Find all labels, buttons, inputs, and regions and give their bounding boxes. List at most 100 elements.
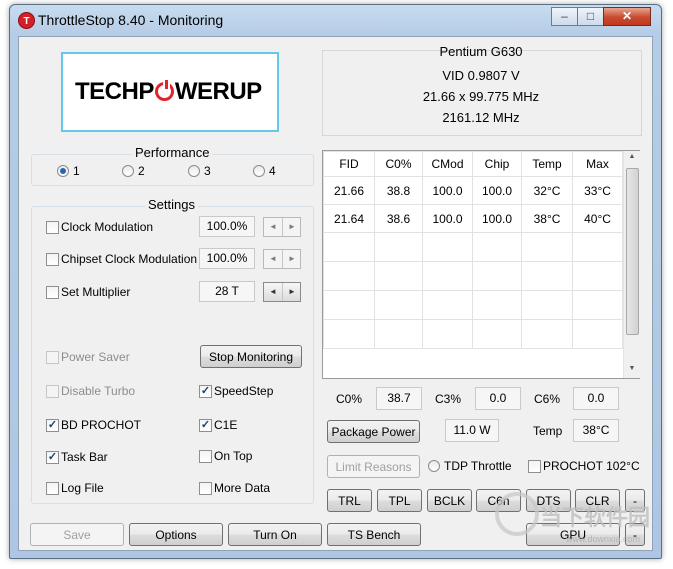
package-power-button[interactable]: Package Power [327, 420, 420, 443]
cpu-multiplier: 21.66 x 99.775 MHz [422, 89, 540, 104]
column-header: Temp [521, 151, 573, 177]
power-saver-checkbox[interactable] [46, 351, 59, 364]
c0-value: 38.7 [376, 387, 422, 410]
set-multiplier-label: Set Multiplier [61, 285, 131, 299]
tdp-throttle-label: TDP Throttle [444, 459, 512, 473]
c3-value: 0.0 [475, 387, 521, 410]
trl-button[interactable]: TRL [327, 489, 372, 512]
table-cell: 21.66 [323, 176, 375, 205]
client-area: TECHP WERUP Pentium G630 VID 0.9807 V 21.… [18, 36, 653, 551]
spin-left-icon[interactable]: ◄ [264, 283, 282, 301]
more-data-label: More Data [214, 481, 271, 495]
table-cell: 40°C [572, 204, 623, 233]
minimize-button[interactable]: – [551, 7, 578, 26]
watermark-url: www.downxia.com [566, 534, 641, 544]
prochot-label: PROCHOT 102°C [543, 459, 640, 473]
save-button[interactable]: Save [30, 523, 124, 546]
tpl-button[interactable]: TPL [377, 489, 422, 512]
limit-reasons-button[interactable]: Limit Reasons [327, 455, 420, 478]
chipset-clock-modulation-spinner[interactable]: ◄ ► [263, 249, 301, 269]
c6-label: C6% [534, 392, 561, 406]
table-row: 21.64 38.6 100.0 100.0 38°C 40°C [323, 204, 623, 233]
performance-radio-1[interactable] [57, 165, 69, 177]
scroll-thumb[interactable] [626, 168, 639, 335]
chipset-clock-modulation-value: 100.0% [199, 248, 255, 269]
bd-prochot-checkbox[interactable]: ✓ [46, 419, 59, 432]
logo-text-2: WERUP [174, 78, 262, 105]
speedstep-label: SpeedStep [214, 384, 274, 398]
scroll-down-icon[interactable]: ▼ [624, 365, 640, 372]
spin-right-icon[interactable]: ► [283, 283, 301, 301]
techpowerup-logo: TECHP WERUP [61, 52, 279, 132]
log-file-checkbox[interactable] [46, 482, 59, 495]
set-multiplier-value: 28 T [199, 281, 255, 302]
ts-bench-button[interactable]: TS Bench [327, 523, 421, 546]
table-cell: 38.8 [374, 176, 423, 205]
performance-radio-2[interactable] [122, 165, 134, 177]
prochot-checkbox[interactable] [528, 460, 541, 473]
power-saver-label: Power Saver [61, 350, 130, 364]
performance-label-4: 4 [269, 164, 276, 178]
clock-modulation-spinner[interactable]: ◄ ► [263, 217, 301, 237]
scroll-up-icon[interactable]: ▲ [624, 153, 640, 160]
performance-radio-4[interactable] [253, 165, 265, 177]
monitor-table: FID C0% CMod Chip Temp Max 21.66 38.8 10… [323, 151, 623, 349]
table-scrollbar[interactable]: ▲ ▼ [623, 151, 640, 378]
package-temp-label: Temp [533, 424, 563, 438]
cpu-vid: VID 0.9807 V [442, 68, 520, 83]
task-bar-checkbox[interactable]: ✓ [46, 451, 59, 464]
logo-power-icon [154, 80, 174, 101]
table-row [323, 319, 623, 349]
bd-prochot-label: BD PROCHOT [61, 418, 142, 432]
package-power-value: 11.0 W [445, 419, 499, 442]
chipset-clock-modulation-checkbox[interactable] [46, 253, 59, 266]
performance-label-3: 3 [204, 164, 211, 178]
speedstep-checkbox[interactable]: ✓ [199, 385, 212, 398]
c0-label: C0% [336, 392, 363, 406]
column-header: FID [323, 151, 375, 177]
table-cell: 100.0 [422, 176, 473, 205]
disable-turbo-label: Disable Turbo [61, 384, 136, 398]
set-multiplier-spinner[interactable]: ◄ ► [263, 282, 301, 302]
options-button[interactable]: Options [129, 523, 223, 546]
log-file-label: Log File [61, 481, 104, 495]
cpu-frequency: 2161.12 MHz [442, 110, 520, 125]
column-header: CMod [422, 151, 473, 177]
spin-left-icon[interactable]: ◄ [264, 218, 282, 236]
table-header-row: FID C0% CMod Chip Temp Max [323, 151, 623, 177]
logo-text-1: TECHP [75, 78, 154, 105]
spin-right-icon[interactable]: ► [283, 250, 301, 268]
task-bar-label: Task Bar [61, 450, 108, 464]
column-header: Chip [472, 151, 522, 177]
turn-on-button[interactable]: Turn On [228, 523, 322, 546]
cpu-name: Pentium G630 [439, 44, 523, 59]
package-temp-value: 38°C [573, 419, 619, 442]
c1e-label: C1E [214, 418, 238, 432]
chipset-clock-modulation-label: Chipset Clock Modulation [61, 252, 198, 266]
watermark-text: 当下软件园 [540, 505, 651, 530]
spin-left-icon[interactable]: ◄ [264, 250, 282, 268]
bclk-button[interactable]: BCLK [427, 489, 472, 512]
table-row [323, 290, 623, 320]
disable-turbo-checkbox[interactable] [46, 385, 59, 398]
table-cell: 32°C [521, 176, 573, 205]
on-top-checkbox[interactable] [199, 450, 212, 463]
table-row [323, 232, 623, 262]
spin-right-icon[interactable]: ► [283, 218, 301, 236]
table-cell: 38°C [521, 204, 573, 233]
clock-modulation-label: Clock Modulation [61, 220, 154, 234]
maximize-button[interactable]: □ [577, 7, 604, 26]
c1e-checkbox[interactable]: ✓ [199, 419, 212, 432]
table-cell: 100.0 [472, 176, 522, 205]
window-title: ThrottleStop 8.40 - Monitoring [38, 12, 224, 28]
clock-modulation-checkbox[interactable] [46, 221, 59, 234]
more-data-checkbox[interactable] [199, 482, 212, 495]
set-multiplier-checkbox[interactable] [46, 286, 59, 299]
watermark-logo-icon [495, 492, 539, 536]
stop-monitoring-button[interactable]: Stop Monitoring [200, 345, 302, 368]
clock-modulation-value: 100.0% [199, 216, 255, 237]
performance-label-2: 2 [138, 164, 145, 178]
close-button[interactable]: ✕ [603, 7, 651, 26]
settings-title: Settings [145, 197, 198, 212]
performance-radio-3[interactable] [188, 165, 200, 177]
